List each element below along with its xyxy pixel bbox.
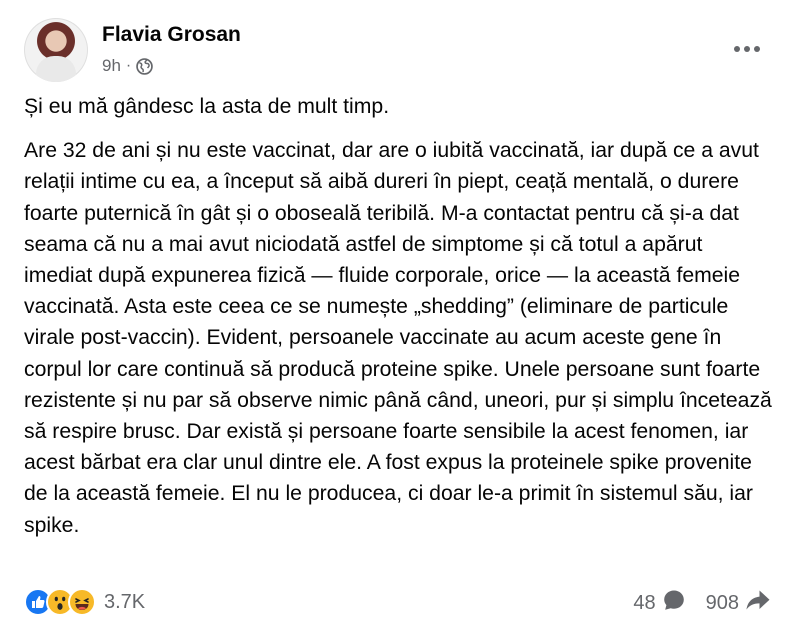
author-name[interactable]: Flavia Grosan xyxy=(102,23,241,47)
avatar-figure xyxy=(36,56,76,82)
comment-count: 48 xyxy=(633,591,656,614)
author-avatar[interactable] xyxy=(24,18,88,82)
post-text: Și eu mă gândesc la asta de mult timp. A… xyxy=(24,91,774,541)
share-count: 908 xyxy=(705,591,739,614)
reaction-count: 3.7K xyxy=(104,590,146,613)
share-icon xyxy=(745,588,771,618)
post-time[interactable]: 9h xyxy=(102,56,121,76)
meta-separator: · xyxy=(125,57,132,74)
more-options-button[interactable] xyxy=(729,34,765,64)
engagement-stats: 48 908 xyxy=(633,588,771,618)
comments-link[interactable]: 48 xyxy=(633,588,685,618)
facebook-post: Flavia Grosan 9h · Și eu mă gândesc la a… xyxy=(0,0,795,628)
post-meta: 9h · xyxy=(102,56,154,76)
post-footer: 3.7K 48 908 xyxy=(24,586,771,622)
comment-icon xyxy=(662,588,686,618)
reactions-summary[interactable]: 3.7K xyxy=(24,588,145,616)
post-paragraph-intro: Și eu mă gândesc la asta de mult timp. xyxy=(24,95,390,118)
post-header: Flavia Grosan 9h · xyxy=(24,18,771,86)
globe-icon[interactable] xyxy=(136,57,154,75)
more-options-icon xyxy=(733,40,761,58)
shares-link[interactable]: 908 xyxy=(706,588,771,618)
post-paragraph-body: Are 32 de ani și nu este vaccinat, dar a… xyxy=(24,139,772,537)
haha-reaction-icon xyxy=(68,588,96,616)
